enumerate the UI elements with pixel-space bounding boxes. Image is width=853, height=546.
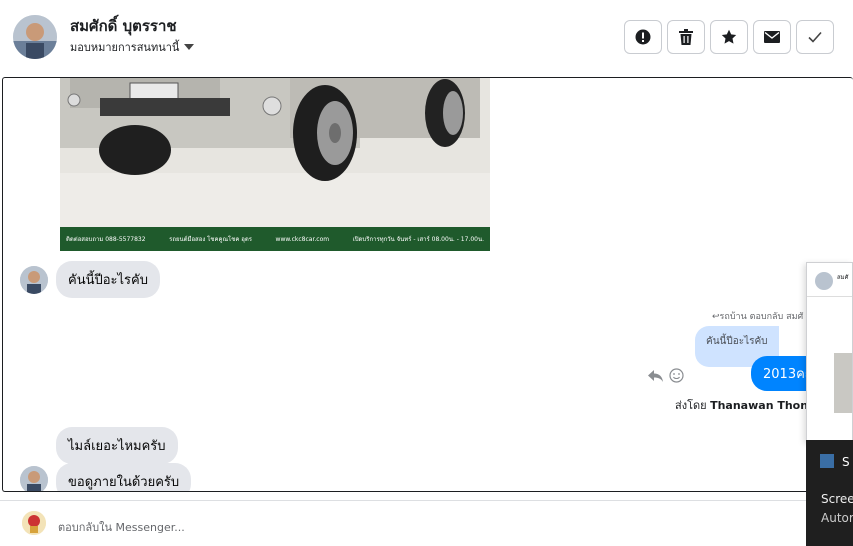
envelope-icon (764, 31, 780, 43)
dealer-page: รถยนต์มือสอง โชคคูณโชค อุดร (169, 236, 252, 243)
report-button[interactable] (624, 20, 662, 54)
dealer-phone: ติดต่อสอบถาม 088-5577832 (66, 236, 146, 243)
delete-button[interactable] (667, 20, 705, 54)
system-notification[interactable]: S Scree Autor (806, 440, 853, 546)
header-actions (624, 20, 834, 54)
contact-avatar[interactable] (13, 15, 57, 59)
caret-down-icon (184, 44, 195, 50)
message-bubble-incoming[interactable]: คันนี้ปีอะไรคับ (56, 261, 160, 298)
mark-unread-button[interactable] (753, 20, 791, 54)
dealer-hours: เปิดบริการทุกวัน จันทร์ - เสาร์ 08.00น. … (352, 236, 484, 243)
emoji-icon[interactable] (669, 368, 684, 383)
star-icon (721, 29, 737, 44)
mark-done-button[interactable] (796, 20, 834, 54)
message-bubble-incoming[interactable]: ไมล์เยอะไหมครับ (56, 427, 178, 464)
report-icon (635, 29, 651, 45)
sent-by-prefix: ส่งโดย (675, 399, 707, 412)
reply-bar: ตอบกลับใน Messenger... (0, 500, 853, 546)
message-bubble-incoming[interactable]: ขอดูภายในด้วยครับ (56, 463, 192, 491)
contact-name: สมศักดิ์ บุตรราช (70, 17, 177, 35)
conversation-header: สมศักดิ์ บุตรราช มอบหมายการสนทนานี้ (0, 0, 853, 76)
sender-avatar[interactable] (20, 266, 48, 294)
reply-input[interactable]: ตอบกลับใน Messenger... (58, 518, 185, 536)
reply-arrow-icon: ↩ (712, 312, 720, 322)
sent-by-label: ส่งโดย Thanawan Thon (675, 396, 808, 414)
window-preview-thumbnail[interactable]: สมศั (806, 262, 853, 442)
reply-icon[interactable] (647, 369, 664, 383)
notification-subtitle: Autor (821, 511, 853, 525)
inbox-view: สมศักดิ์ บุตรราช มอบหมายการสนทนานี้ ติดต… (0, 0, 853, 546)
notification-app: S (842, 455, 850, 469)
reply-context-text: รถบ้าน ตอบกลับ สมศั (719, 312, 804, 322)
thumb-divider (807, 296, 852, 297)
sent-by-name: Thanawan Thon (710, 399, 809, 412)
assign-label: มอบหมายการสนทนานี้ (70, 41, 180, 54)
dealer-website: www.ckc8car.com (275, 235, 330, 243)
reply-context-note: ↩รถบ้าน ตอบกลับ สมศั (712, 309, 803, 323)
assign-conversation-dropdown[interactable]: มอบหมายการสนทนานี้ (70, 38, 195, 56)
trash-icon (679, 29, 693, 45)
thumb-avatar (815, 272, 833, 290)
car-photo-attachment[interactable]: ติดต่อสอบถาม 088-5577832 รถยนต์มือสอง โช… (60, 78, 490, 251)
notification-title: Scree (821, 492, 853, 506)
car-photo (60, 78, 490, 228)
screenshot-app-icon (820, 454, 834, 468)
page-avatar (22, 511, 46, 535)
thumb-image (834, 353, 852, 413)
star-button[interactable] (710, 20, 748, 54)
sender-avatar[interactable] (20, 466, 48, 491)
message-actions (647, 368, 684, 383)
check-icon (808, 31, 822, 43)
dealer-banner: ติดต่อสอบถาม 088-5577832 รถยนต์มือสอง โช… (60, 227, 490, 251)
thumb-name: สมศั (837, 274, 849, 281)
message-thread[interactable]: ติดต่อสอบถาม 088-5577832 รถยนต์มือสอง โช… (2, 77, 853, 492)
